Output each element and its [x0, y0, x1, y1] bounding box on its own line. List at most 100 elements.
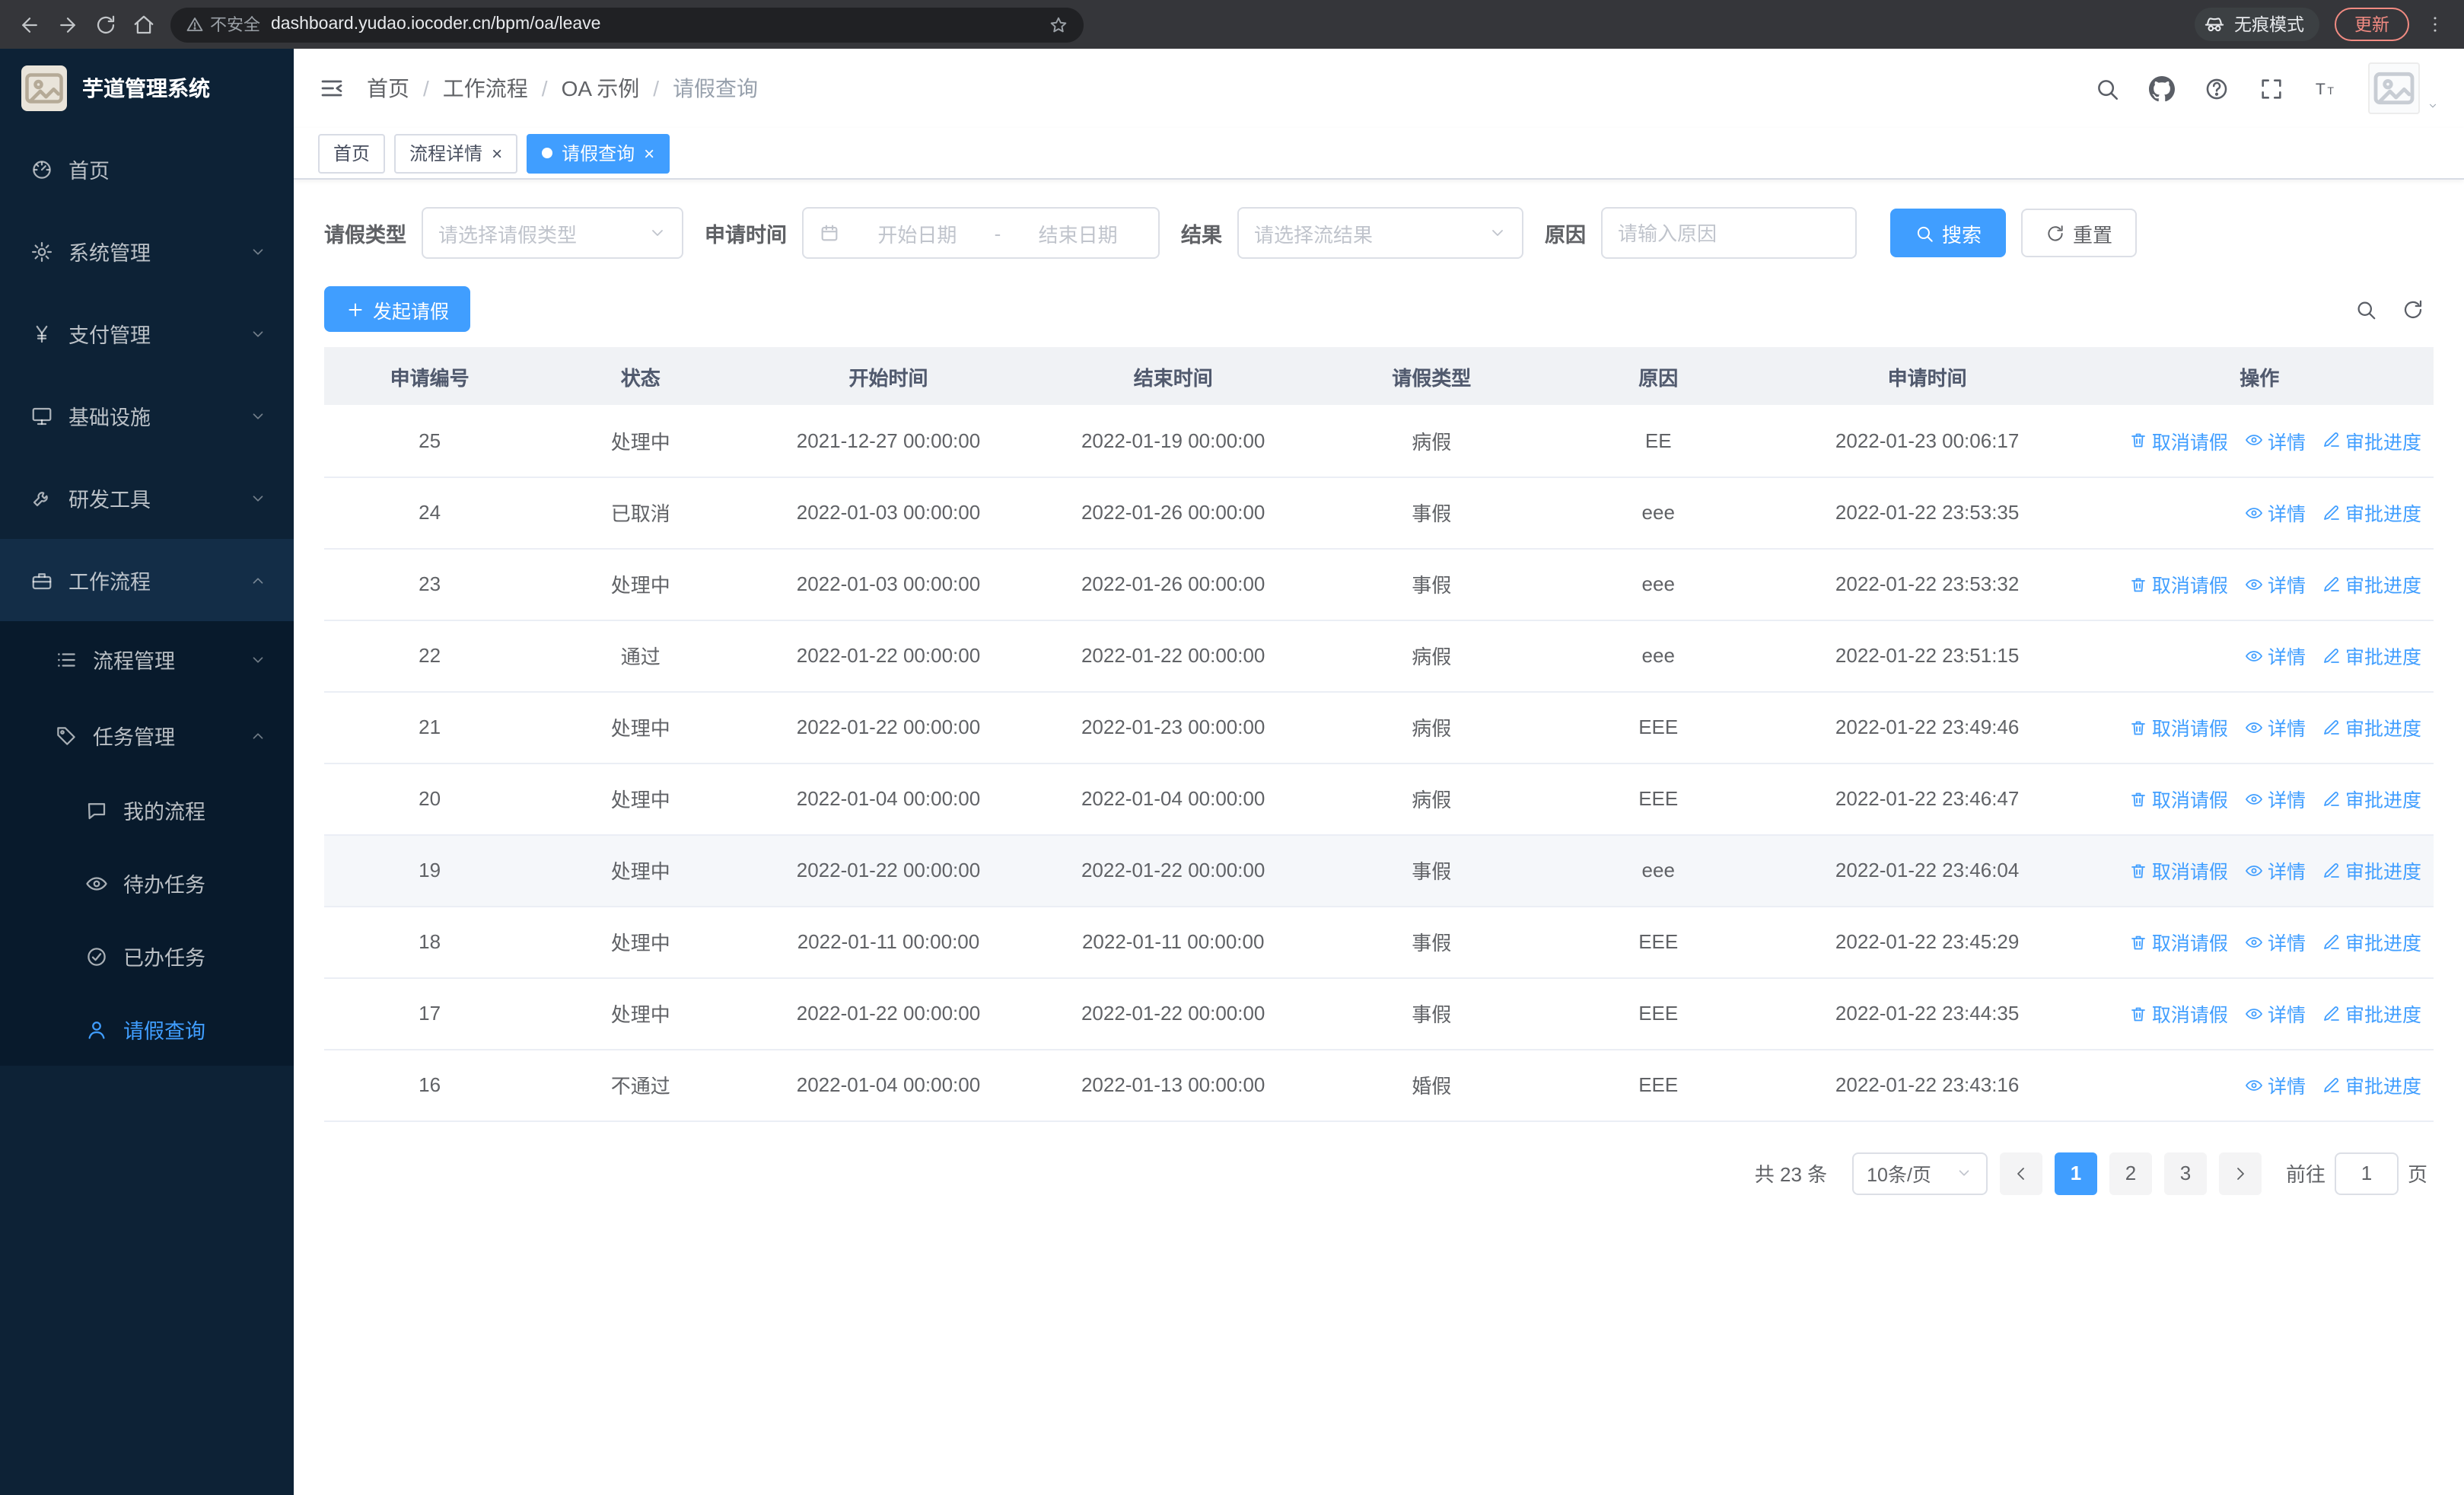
- result-select[interactable]: 请选择流结果: [1237, 207, 1523, 259]
- sidebar-item-1[interactable]: 系统管理: [0, 210, 294, 292]
- tab-1[interactable]: 流程详情 ×: [394, 133, 518, 173]
- action-cancel-link[interactable]: 取消请假: [2129, 927, 2228, 956]
- cell-start: 2021-12-27 00:00:00: [746, 405, 1031, 477]
- cell-end: 2022-01-22 00:00:00: [1030, 977, 1316, 1050]
- edit-icon: [2322, 932, 2341, 951]
- close-icon[interactable]: ×: [492, 144, 502, 162]
- result-label: 结果: [1181, 224, 1222, 247]
- sidebar-item-10[interactable]: 已办任务: [0, 920, 294, 993]
- reload-icon[interactable]: [94, 13, 117, 36]
- result-placeholder: 请选择流结果: [1254, 223, 1374, 246]
- edit-icon: [2322, 718, 2341, 736]
- chevron-right-icon: [2231, 1164, 2249, 1182]
- breadcrumb-item[interactable]: 工作流程: [443, 73, 528, 104]
- action-cancel-link[interactable]: 取消请假: [2129, 784, 2228, 813]
- reason-label: 原因: [1545, 224, 1586, 247]
- eye-view-icon: [2245, 1076, 2263, 1094]
- action-progress-link[interactable]: 审批进度: [2322, 426, 2421, 455]
- toolbar-right: [2354, 298, 2434, 320]
- browser-menu-icon[interactable]: [2424, 14, 2446, 35]
- action-progress-link[interactable]: 审批进度: [2322, 1070, 2421, 1099]
- action-progress-link[interactable]: 审批进度: [2322, 999, 2421, 1028]
- forward-icon[interactable]: [56, 13, 79, 36]
- page-button-2[interactable]: 2: [2109, 1152, 2152, 1194]
- start-date-placeholder: 开始日期: [877, 223, 957, 246]
- refresh-icon[interactable]: [2402, 298, 2424, 320]
- action-cancel-link[interactable]: 取消请假: [2129, 856, 2228, 885]
- action-detail-link[interactable]: 详情: [2245, 784, 2306, 813]
- action-detail-link[interactable]: 详情: [2245, 712, 2306, 741]
- search-button[interactable]: 搜索: [1890, 209, 2007, 257]
- action-progress-link[interactable]: 审批进度: [2322, 927, 2421, 956]
- action-cancel-link[interactable]: 取消请假: [2129, 426, 2228, 455]
- sidebar-menu: 首页 系统管理 支付管理 基础设施 研发工具 工作流程 流程管理 任务管理 我的流程 待办任务 已办…: [0, 128, 294, 1495]
- action-progress-link[interactable]: 审批进度: [2322, 856, 2421, 885]
- action-cancel-link[interactable]: 取消请假: [2129, 569, 2228, 598]
- action-cancel-link[interactable]: 取消请假: [2129, 999, 2228, 1028]
- sidebar-item-6[interactable]: 流程管理: [0, 621, 294, 697]
- tab-0[interactable]: 首页: [318, 133, 386, 173]
- action-detail-link[interactable]: 详情: [2245, 569, 2306, 598]
- action-detail-link[interactable]: 详情: [2245, 641, 2306, 670]
- tab-2[interactable]: 请假查询 ×: [527, 133, 670, 173]
- action-detail-link[interactable]: 详情: [2245, 498, 2306, 527]
- sidebar-item-9[interactable]: 待办任务: [0, 846, 294, 920]
- security-warning[interactable]: 不安全: [186, 12, 260, 37]
- breadcrumb-item[interactable]: OA 示例: [562, 73, 640, 104]
- prev-page-button[interactable]: [1999, 1152, 2042, 1194]
- reason-input[interactable]: [1603, 209, 1855, 257]
- breadcrumb-item[interactable]: 首页: [367, 73, 409, 104]
- font-size-icon[interactable]: TT: [2313, 75, 2339, 101]
- action-progress-link[interactable]: 审批进度: [2322, 784, 2421, 813]
- yen-icon: [30, 322, 53, 345]
- help-icon[interactable]: [2204, 75, 2230, 101]
- action-progress-link[interactable]: 审批进度: [2322, 569, 2421, 598]
- sidebar-item-5[interactable]: 工作流程: [0, 539, 294, 621]
- action-detail-link[interactable]: 详情: [2245, 1070, 2306, 1099]
- browser-update-button[interactable]: 更新: [2335, 8, 2409, 41]
- sidebar-item-3[interactable]: 基础设施: [0, 375, 294, 457]
- cell-status: 处理中: [535, 763, 747, 835]
- bookmark-star-icon[interactable]: [1049, 14, 1068, 34]
- cell-end: 2022-01-26 00:00:00: [1030, 548, 1316, 620]
- page-button-3[interactable]: 3: [2163, 1152, 2207, 1194]
- action-progress-link[interactable]: 审批进度: [2322, 641, 2421, 670]
- action-detail-link[interactable]: 详情: [2245, 426, 2306, 455]
- apply-time-range-input[interactable]: 开始日期 - 结束日期: [802, 207, 1160, 259]
- sidebar-item-7[interactable]: 任务管理: [0, 697, 294, 773]
- page-size-select[interactable]: 10条/页: [1851, 1152, 1988, 1194]
- home-icon[interactable]: [132, 13, 155, 36]
- action-detail-link[interactable]: 详情: [2245, 927, 2306, 956]
- action-detail-link[interactable]: 详情: [2245, 999, 2306, 1028]
- apply-time-label: 申请时间: [705, 224, 787, 247]
- browser-window: 不安全 dashboard.yudao.iocoder.cn/bpm/oa/le…: [0, 0, 2464, 1495]
- action-cancel-link[interactable]: 取消请假: [2129, 712, 2228, 741]
- page-button-1[interactable]: 1: [2054, 1152, 2097, 1194]
- back-icon[interactable]: [18, 13, 41, 36]
- github-icon[interactable]: [2149, 75, 2175, 101]
- reset-button[interactable]: 重置: [2021, 209, 2138, 257]
- cell-status: 处理中: [535, 977, 747, 1050]
- end-date-placeholder: 结束日期: [1038, 223, 1118, 246]
- fullscreen-icon[interactable]: [2259, 75, 2284, 101]
- next-page-button[interactable]: [2218, 1152, 2262, 1194]
- sidebar-item-11[interactable]: 请假查询: [0, 993, 294, 1066]
- address-bar[interactable]: 不安全 dashboard.yudao.iocoder.cn/bpm/oa/le…: [170, 7, 1084, 42]
- menu-fold-icon[interactable]: [318, 75, 345, 102]
- toggle-search-icon[interactable]: [2354, 298, 2377, 320]
- action-label: 审批进度: [2345, 1005, 2421, 1026]
- leave-type-select[interactable]: 请选择请假类型: [422, 207, 683, 259]
- sidebar-item-2[interactable]: 支付管理: [0, 292, 294, 375]
- goto-page-input[interactable]: [2334, 1152, 2399, 1194]
- sidebar-item-4[interactable]: 研发工具: [0, 457, 294, 539]
- action-progress-link[interactable]: 审批进度: [2322, 712, 2421, 741]
- close-icon[interactable]: ×: [644, 144, 654, 162]
- app-logo-row[interactable]: 芋道管理系统: [0, 49, 294, 128]
- action-detail-link[interactable]: 详情: [2245, 856, 2306, 885]
- action-progress-link[interactable]: 审批进度: [2322, 498, 2421, 527]
- sidebar-item-0[interactable]: 首页: [0, 128, 294, 210]
- create-leave-button[interactable]: 发起请假: [324, 286, 471, 332]
- sidebar-item-8[interactable]: 我的流程: [0, 773, 294, 846]
- user-menu[interactable]: [2368, 62, 2440, 114]
- search-icon[interactable]: [2094, 75, 2120, 101]
